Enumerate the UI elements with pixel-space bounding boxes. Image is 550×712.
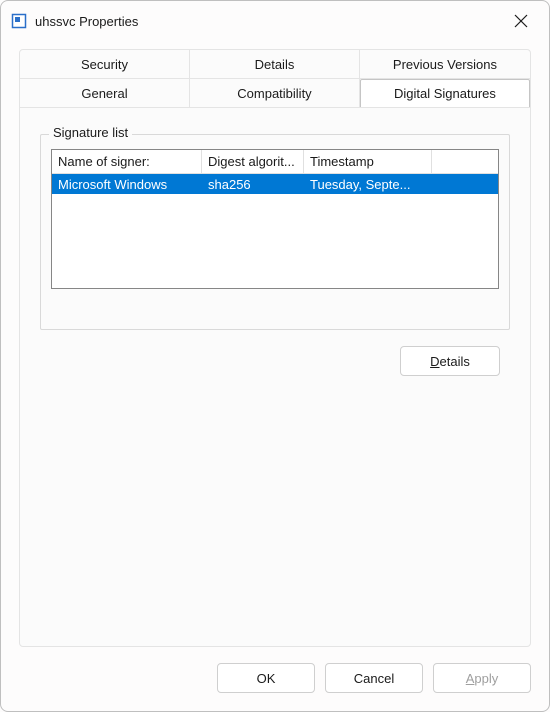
tab-container: Security Details Previous Versions Gener… <box>19 49 531 647</box>
signature-listview[interactable]: Name of signer: Digest algorit... Timest… <box>51 149 499 289</box>
app-icon <box>11 13 27 29</box>
table-row[interactable]: Microsoft Windows sha256 Tuesday, Septe.… <box>52 174 498 194</box>
tab-compatibility[interactable]: Compatibility <box>190 79 360 107</box>
apply-button[interactable]: Apply <box>433 663 531 693</box>
close-button[interactable] <box>503 3 539 39</box>
column-header-spacer <box>432 150 498 173</box>
details-button-label-rest: etails <box>440 354 470 369</box>
tab-digital-signatures[interactable]: Digital Signatures <box>360 79 530 107</box>
close-icon <box>514 14 528 28</box>
ok-button[interactable]: OK <box>217 663 315 693</box>
tab-row-2: General Compatibility Digital Signatures <box>20 79 530 108</box>
cancel-button[interactable]: Cancel <box>325 663 423 693</box>
cell-timestamp: Tuesday, Septe... <box>304 177 432 192</box>
titlebar: uhssvc Properties <box>1 1 549 41</box>
cell-digest: sha256 <box>202 177 304 192</box>
column-header-digest[interactable]: Digest algorit... <box>202 150 304 173</box>
tab-row-1: Security Details Previous Versions <box>20 50 530 79</box>
cell-signer: Microsoft Windows <box>52 177 202 192</box>
tab-previous-versions[interactable]: Previous Versions <box>360 50 530 78</box>
groupbox-label: Signature list <box>49 125 132 140</box>
column-header-signer[interactable]: Name of signer: <box>52 150 202 173</box>
window-title: uhssvc Properties <box>35 14 503 29</box>
listview-header: Name of signer: Digest algorit... Timest… <box>52 150 498 174</box>
dialog-button-row: OK Cancel Apply <box>217 663 531 693</box>
tab-details[interactable]: Details <box>190 50 360 78</box>
signature-list-groupbox: Signature list Name of signer: Digest al… <box>40 134 510 330</box>
tab-security[interactable]: Security <box>20 50 190 78</box>
details-button-row: Details <box>40 346 510 376</box>
tab-general[interactable]: General <box>20 79 190 107</box>
details-button[interactable]: Details <box>400 346 500 376</box>
column-header-timestamp[interactable]: Timestamp <box>304 150 432 173</box>
tab-body-digital-signatures: Signature list Name of signer: Digest al… <box>20 108 530 392</box>
